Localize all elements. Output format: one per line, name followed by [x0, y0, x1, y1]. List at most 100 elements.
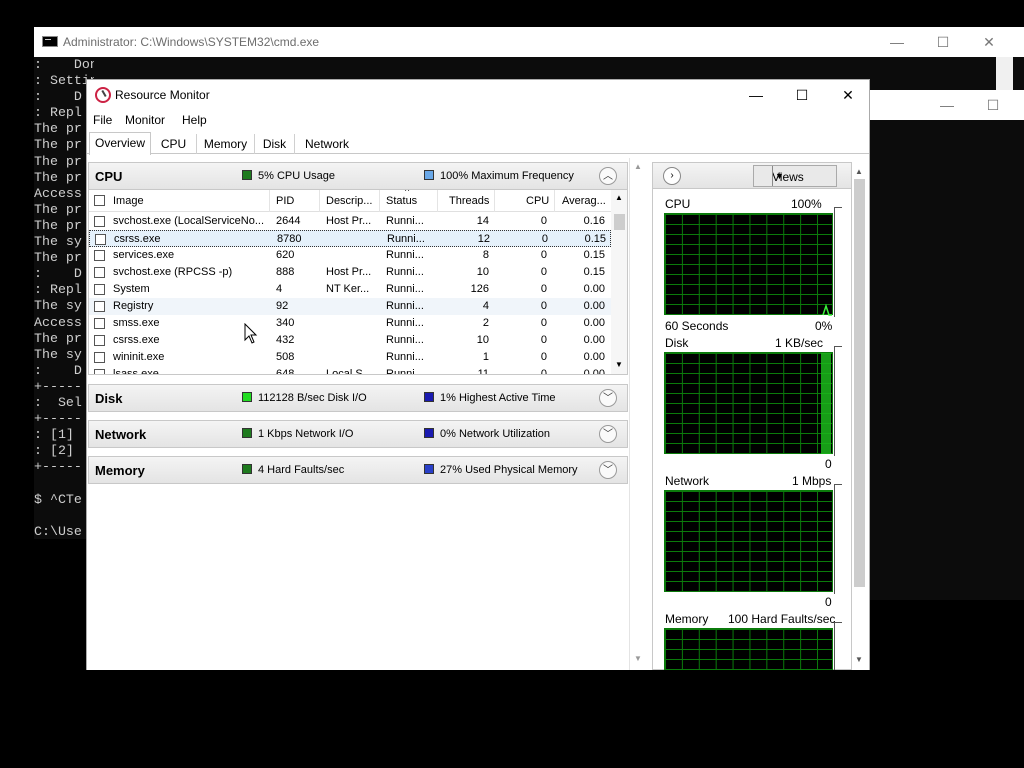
table-row[interactable]: services.exe 620 Runni... 8 0 0.15 — [89, 247, 611, 264]
cpu-section-header[interactable]: CPU 5% CPU Usage 100% Maximum Frequency … — [88, 162, 628, 190]
background-window-title-bar[interactable]: — ☐ — [870, 90, 1024, 120]
table-cell: 4 — [276, 283, 283, 295]
row-checkbox[interactable] — [94, 250, 105, 261]
col-average-cpu[interactable]: Averag... — [562, 195, 606, 207]
cmd-line: : D — [34, 89, 82, 105]
cpu-frequency-metric: 100% Maximum Frequency — [424, 170, 574, 182]
cmd-close-icon[interactable]: ✕ — [966, 27, 1012, 57]
network-section-header[interactable]: Network 1 Kbps Network I/O 0% Network Ut… — [88, 420, 628, 448]
cmd-line: +----- — [34, 378, 82, 394]
disk-graph-max: 1 KB/sec — [775, 336, 824, 350]
scroll-thumb[interactable] — [854, 179, 865, 587]
scroll-up-icon[interactable]: ▲ — [855, 167, 863, 176]
table-row[interactable]: csrss.exe 432 Runni... 10 0 0.00 — [89, 332, 611, 349]
scroll-down-icon[interactable]: ▼ — [855, 655, 863, 664]
disk-section-header[interactable]: Disk 112128 B/sec Disk I/O 1% Highest Ac… — [88, 384, 628, 412]
row-checkbox[interactable] — [94, 318, 105, 329]
col-description[interactable]: Descrip... — [326, 195, 372, 207]
disk-active-time-metric: 1% Highest Active Time — [424, 392, 556, 404]
row-checkbox[interactable] — [94, 267, 105, 278]
scroll-thumb[interactable] — [614, 214, 625, 230]
memory-graph-label: Memory — [665, 612, 709, 626]
network-graph-scale — [834, 484, 842, 594]
table-cell: 508 — [276, 351, 295, 363]
row-checkbox[interactable] — [94, 301, 105, 312]
tab-overview[interactable]: Overview — [89, 132, 151, 155]
rm-close-icon[interactable]: ✕ — [825, 80, 871, 110]
table-cell: 0 — [540, 283, 547, 295]
rm-minimize-icon[interactable]: — — [733, 80, 779, 110]
disk-graph-label: Disk — [665, 336, 689, 350]
menu-monitor[interactable]: Monitor — [125, 113, 165, 127]
row-checkbox[interactable] — [94, 335, 105, 346]
network-section-title: Network — [95, 427, 147, 442]
graph-toolbar: › Views ▼ — [653, 163, 851, 189]
select-all-checkbox[interactable] — [94, 195, 105, 206]
views-dropdown[interactable]: Views ▼ — [753, 165, 837, 187]
menu-file[interactable]: File — [93, 113, 112, 127]
cmd-line: The pr — [34, 153, 82, 169]
table-cell: 0.00 — [583, 300, 605, 312]
menu-help[interactable]: Help — [182, 113, 207, 127]
graph-panel: › Views ▼ CPU 100% 60 Seconds 0% Disk 1 … — [652, 162, 865, 670]
table-cell: 0.00 — [583, 317, 605, 329]
table-cell: Host Pr... — [326, 266, 372, 278]
chevron-down-icon[interactable]: ﹀ — [599, 425, 617, 443]
dropdown-arrow-icon[interactable]: ▼ — [772, 166, 786, 186]
scroll-up-icon[interactable]: ▲ — [615, 193, 623, 202]
table-row[interactable]: svchost.exe (LocalServiceNo... 2644 Host P… — [89, 213, 611, 230]
table-row[interactable]: csrss.exe 8780 Runni... 12 0 0.15 — [89, 230, 611, 247]
hard-faults-metric: 4 Hard Faults/sec — [242, 464, 344, 476]
table-cell: Runni... — [386, 249, 424, 261]
row-checkbox[interactable] — [95, 234, 106, 245]
cmd-line: C:\Use — [34, 523, 82, 537]
tab-network[interactable]: Network — [295, 134, 359, 154]
row-checkbox[interactable] — [94, 369, 105, 374]
memory-section-header[interactable]: Memory 4 Hard Faults/sec 27% Used Physic… — [88, 456, 628, 484]
overview-scrollbar[interactable]: ▲ ▼ — [629, 158, 646, 670]
chevron-up-icon[interactable]: ︿ — [599, 167, 617, 185]
graph-panel-scrollbar[interactable]: ▲ ▼ — [851, 163, 868, 671]
rm-title-bar[interactable]: Resource Monitor — ☐ ✕ — [87, 80, 869, 110]
table-cell: 0.00 — [583, 283, 605, 295]
row-checkbox[interactable] — [94, 284, 105, 295]
row-checkbox[interactable] — [94, 216, 105, 227]
col-cpu[interactable]: CPU — [526, 195, 549, 207]
chevron-down-icon[interactable]: ﹀ — [599, 389, 617, 407]
table-row[interactable]: wininit.exe 508 Runni... 1 0 0.00 — [89, 349, 611, 366]
table-scrollbar[interactable]: ▲ ▼ — [611, 190, 627, 374]
row-checkbox[interactable] — [94, 352, 105, 363]
table-cell: 92 — [276, 300, 289, 312]
chevron-down-icon[interactable]: ﹀ — [599, 461, 617, 479]
table-row[interactable]: Registry 92 Runni... 4 0 0.00 — [89, 298, 611, 315]
rm-maximize-icon[interactable]: ☐ — [779, 80, 825, 110]
col-image[interactable]: Image — [113, 195, 144, 207]
chevron-right-icon[interactable]: › — [663, 167, 681, 185]
col-threads[interactable]: Threads — [449, 195, 489, 207]
cmd-minimize-icon[interactable]: — — [874, 27, 920, 57]
table-cell: 0 — [541, 233, 548, 245]
scroll-down-icon[interactable]: ▼ — [615, 360, 623, 369]
col-status[interactable]: Status — [386, 195, 417, 207]
bg-maximize-icon[interactable]: ☐ — [970, 90, 1016, 120]
bg-minimize-icon[interactable]: — — [924, 90, 970, 120]
tab-disk[interactable]: Disk — [255, 134, 295, 154]
disk-active-swatch — [424, 392, 434, 402]
tab-memory[interactable]: Memory — [197, 134, 255, 154]
table-cell: Runni... — [386, 283, 424, 295]
col-pid[interactable]: PID — [276, 195, 294, 207]
table-cell: 0 — [540, 215, 547, 227]
table-row[interactable]: smss.exe 340 Runni... 2 0 0.00 — [89, 315, 611, 332]
cmd-line: The sy — [34, 346, 82, 362]
hard-faults-swatch — [242, 464, 252, 474]
table-row[interactable]: System 4 NT Ker... Runni... 126 0 0.00 — [89, 281, 611, 298]
table-row[interactable]: svchost.exe (RPCSS -p) 888 Host Pr... Runni… — [89, 264, 611, 281]
memory-graph-scale — [834, 622, 842, 670]
cmd-title-bar[interactable]: Administrator: C:\Windows\SYSTEM32\cmd.e… — [34, 27, 1024, 57]
table-cell: Runni... — [386, 368, 424, 375]
cmd-maximize-icon[interactable]: ☐ — [920, 27, 966, 57]
disk-io-swatch — [242, 392, 252, 402]
table-row[interactable]: lsass.exe 648 Local S... Runni... 11 0 0.00 — [89, 366, 611, 375]
network-graph — [664, 490, 833, 592]
tab-cpu[interactable]: CPU — [151, 134, 197, 154]
